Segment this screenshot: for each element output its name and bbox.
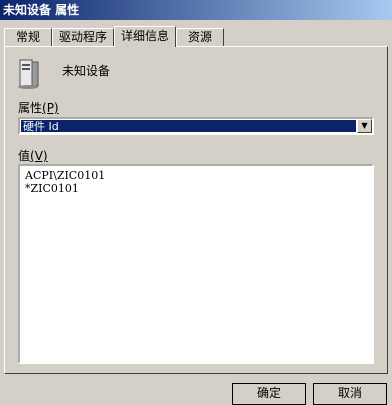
property-selected-value: 硬件 Id <box>21 120 356 133</box>
tab-general[interactable]: 常规 <box>4 28 52 46</box>
value-listbox[interactable]: ACPI\ZIC0101 *ZIC0101 <box>18 164 374 364</box>
property-label: 属性(P) <box>18 101 59 115</box>
list-item[interactable]: *ZIC0101 <box>20 182 372 195</box>
title-bar: 未知设备 属性 <box>0 0 392 20</box>
cancel-button[interactable]: 取消 <box>313 383 387 405</box>
list-item[interactable]: ACPI\ZIC0101 <box>20 169 372 182</box>
device-name: 未知设备 <box>62 64 111 78</box>
value-label: 值(V) <box>18 149 48 163</box>
unknown-device-icon <box>18 59 39 89</box>
window-title: 未知设备 属性 <box>3 3 80 17</box>
ok-button[interactable]: 确定 <box>232 383 306 405</box>
tab-driver[interactable]: 驱动程序 <box>52 28 114 46</box>
chevron-down-icon[interactable]: ▼ <box>357 119 372 133</box>
tab-resources[interactable]: 资源 <box>176 28 224 46</box>
property-combobox[interactable]: 硬件 Id ▼ <box>18 117 374 135</box>
tab-details[interactable]: 详细信息 <box>114 26 176 47</box>
